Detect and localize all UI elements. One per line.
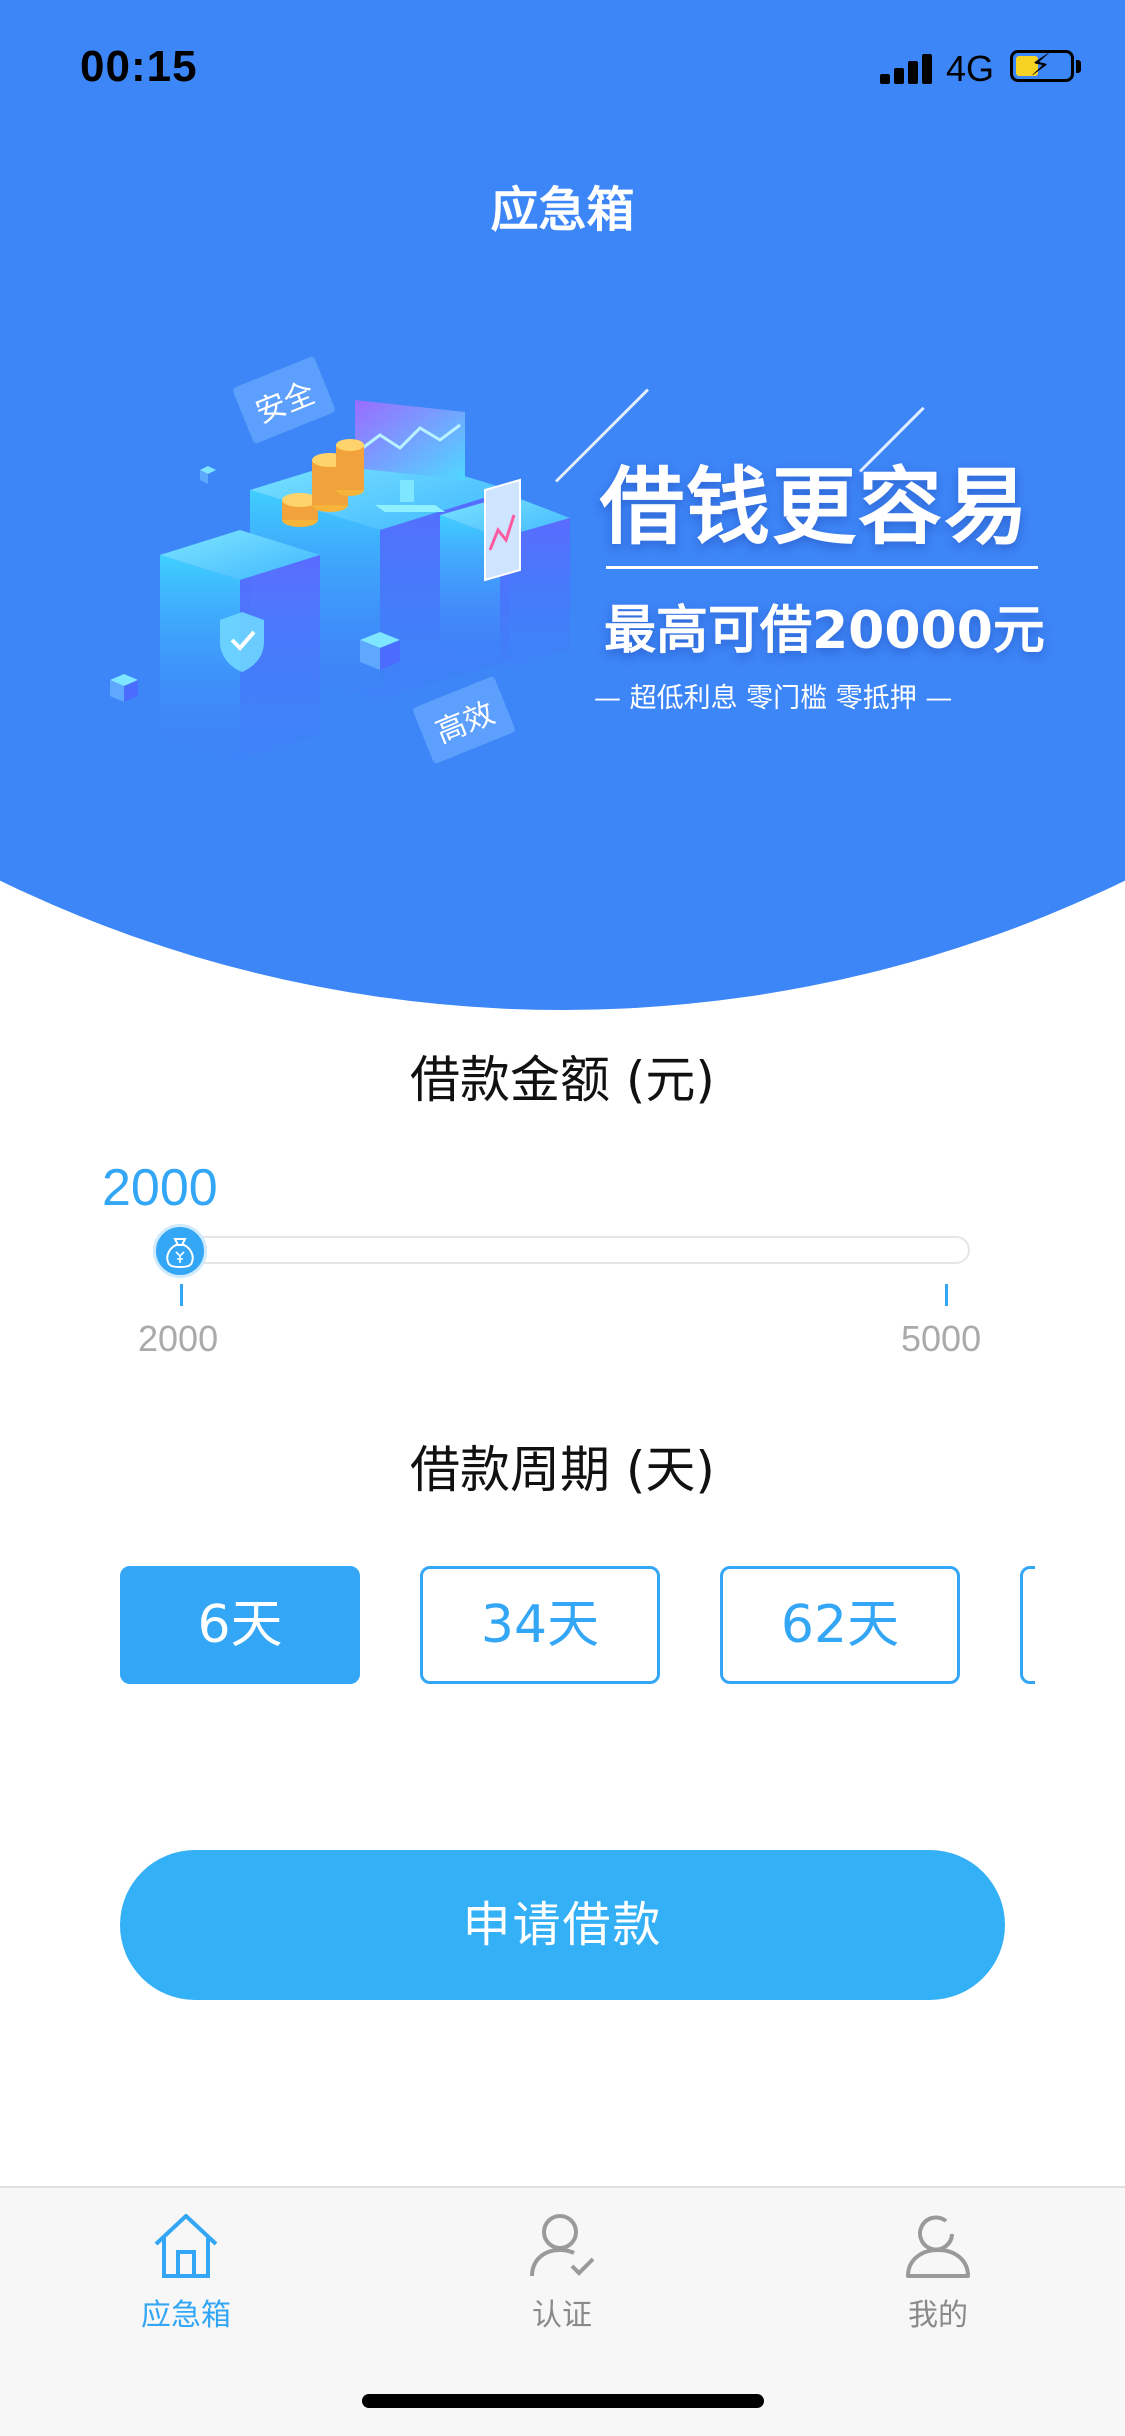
slider-min-tick bbox=[180, 1284, 183, 1306]
hero-banner: 安全 高效 借钱更容易 最高可借20000元 — 超低利息 零门槛 零抵押 — bbox=[0, 0, 1125, 1010]
tab-label-emergency-box: 应急箱 bbox=[141, 2298, 231, 2333]
charging-icon: ⚡ bbox=[1030, 48, 1052, 83]
status-bar: 00:15 4G ⚡ bbox=[0, 0, 1125, 140]
signal-icon bbox=[880, 52, 936, 84]
network-type: 4G bbox=[946, 48, 995, 89]
period-option-next[interactable] bbox=[1020, 1566, 1035, 1684]
period-option-62[interactable]: 62天 bbox=[720, 1566, 960, 1684]
apply-loan-button[interactable]: 申请借款 bbox=[120, 1850, 1005, 2000]
tab-profile[interactable]: 我的 bbox=[838, 2208, 1038, 2338]
profile-icon bbox=[906, 2215, 970, 2278]
period-options: 6天 34天 62天 bbox=[120, 1566, 1035, 1684]
money-bag-icon bbox=[166, 1238, 194, 1269]
amount-slider-thumb[interactable] bbox=[153, 1224, 207, 1278]
loan-amount-title: 借款金额 (元) bbox=[410, 1051, 715, 1109]
slider-min-label: 2000 bbox=[138, 1318, 219, 1359]
banner-divider bbox=[606, 566, 1038, 569]
status-time: 00:15 bbox=[80, 42, 198, 91]
tab-label-verification: 认证 bbox=[532, 2298, 592, 2333]
period-option-6[interactable]: 6天 bbox=[120, 1566, 360, 1684]
loan-period-title: 借款周期 (天) bbox=[410, 1441, 715, 1499]
tab-emergency-box[interactable]: 应急箱 bbox=[86, 2208, 286, 2338]
tab-verification[interactable]: 认证 bbox=[462, 2208, 662, 2338]
period-option-34[interactable]: 34天 bbox=[420, 1566, 660, 1684]
home-icon bbox=[154, 2214, 218, 2278]
battery-tip bbox=[1076, 60, 1081, 73]
banner-headline: 借钱更容易 bbox=[600, 458, 1031, 556]
verify-user-icon bbox=[530, 2214, 595, 2277]
loan-amount-value: 2000 bbox=[102, 1159, 218, 1217]
tab-label-profile: 我的 bbox=[908, 2298, 968, 2333]
finance-illustration: 安全 高效 bbox=[90, 340, 610, 820]
home-indicator bbox=[362, 2394, 764, 2408]
slider-max-tick bbox=[945, 1284, 948, 1306]
page-title: 应急箱 bbox=[490, 182, 635, 238]
slider-max-label: 5000 bbox=[901, 1318, 982, 1359]
banner-features: — 超低利息 零门槛 零抵押 — bbox=[594, 683, 953, 714]
banner-subheadline: 最高可借20000元 bbox=[604, 601, 1045, 661]
amount-slider-track[interactable] bbox=[180, 1236, 970, 1264]
isometric-blocks-icon bbox=[110, 400, 570, 760]
